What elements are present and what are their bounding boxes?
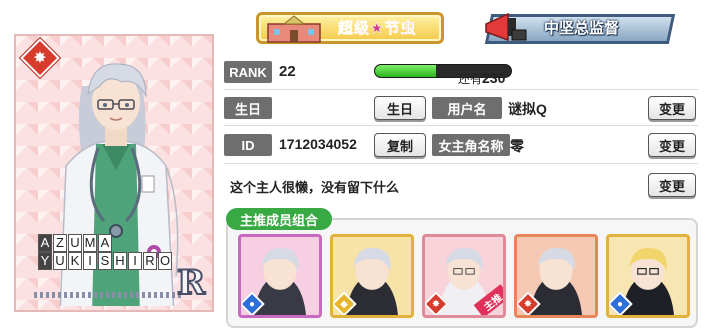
name-letter: O bbox=[158, 252, 172, 270]
favorite-member-1[interactable]: ● bbox=[238, 234, 322, 318]
id-label: ID bbox=[224, 134, 272, 156]
heroine-label: 女主角名称 bbox=[432, 134, 510, 156]
burst-icon: ✸ bbox=[523, 298, 533, 310]
name-letter: Y bbox=[38, 252, 52, 270]
heroine-value: 零 bbox=[510, 138, 524, 154]
username-label: 用户名 bbox=[432, 97, 502, 119]
title-1-text: 超级★节虫 bbox=[338, 19, 417, 37]
xp-remaining-value: 230 bbox=[482, 70, 506, 86]
name-letter: K bbox=[68, 252, 82, 270]
title-badge-1[interactable]: 超级★节虫 bbox=[256, 10, 446, 44]
character-card[interactable]: ✸ A Z U M A Y U K I S H I R O R bbox=[14, 34, 214, 312]
megaphone-icon bbox=[485, 12, 527, 42]
card-stripe-decoration bbox=[34, 292, 184, 298]
name-letter: A bbox=[98, 234, 112, 252]
burst-icon: ✸ bbox=[431, 298, 441, 310]
xp-remaining: 还有230 bbox=[458, 70, 505, 87]
rarity-icon: R bbox=[176, 263, 206, 303]
name-letter: U bbox=[68, 234, 82, 252]
favorite-member-3[interactable]: ✸ 主推 bbox=[422, 234, 506, 318]
favorite-members-title: 主推成员组合 bbox=[226, 208, 333, 230]
diamond-icon: ◆ bbox=[340, 298, 348, 310]
name-letter: M bbox=[83, 234, 97, 252]
name-letter: S bbox=[98, 252, 112, 270]
drop-icon: ● bbox=[616, 298, 624, 310]
favorite-member-2[interactable]: ◆ bbox=[330, 234, 414, 318]
change-username-button[interactable]: 变更 bbox=[648, 96, 696, 120]
drop-icon: ● bbox=[248, 298, 256, 310]
birthday-row: 生日 生日 用户名 谜拟Q 变更 bbox=[224, 92, 698, 126]
title-2-text: 中坚总监督 bbox=[544, 19, 620, 37]
name-letter: H bbox=[113, 252, 127, 270]
favorite-member-4[interactable]: ✸ bbox=[514, 234, 598, 318]
bio-row: 这个主人很懒，没有留下什么 变更 bbox=[224, 166, 698, 204]
birthday-label: 生日 bbox=[224, 97, 272, 119]
rank-value: 22 bbox=[279, 63, 296, 80]
name-letter: R bbox=[143, 252, 157, 270]
xp-remaining-prefix: 还有 bbox=[458, 72, 483, 86]
change-bio-button[interactable]: 变更 bbox=[648, 173, 696, 197]
id-value: 1712034052 bbox=[279, 136, 357, 152]
change-heroine-button[interactable]: 变更 bbox=[648, 133, 696, 157]
character-name-last: Y U K I S H I R O bbox=[38, 252, 173, 270]
bio-text: 这个主人很懒，没有留下什么 bbox=[230, 180, 400, 195]
copy-id-button[interactable]: 复制 bbox=[374, 133, 426, 157]
xp-progress-fill bbox=[375, 65, 437, 77]
rank-label: RANK bbox=[224, 61, 272, 83]
name-letter: I bbox=[83, 252, 97, 270]
name-letter: A bbox=[38, 234, 52, 252]
favorite-member-5[interactable]: ● bbox=[606, 234, 690, 318]
title-badge-2[interactable]: 中坚总监督 bbox=[482, 10, 676, 44]
name-letter: I bbox=[128, 252, 142, 270]
building-icon bbox=[267, 15, 321, 43]
id-row: ID 1712034052 复制 女主角名称 零 变更 bbox=[224, 128, 698, 164]
name-letter: Z bbox=[53, 234, 67, 252]
burst-icon: ✸ bbox=[33, 50, 47, 67]
username-value: 谜拟Q bbox=[508, 101, 547, 117]
birthday-button[interactable]: 生日 bbox=[374, 96, 426, 120]
name-letter: U bbox=[53, 252, 67, 270]
character-name-first: A Z U M A bbox=[38, 234, 113, 252]
